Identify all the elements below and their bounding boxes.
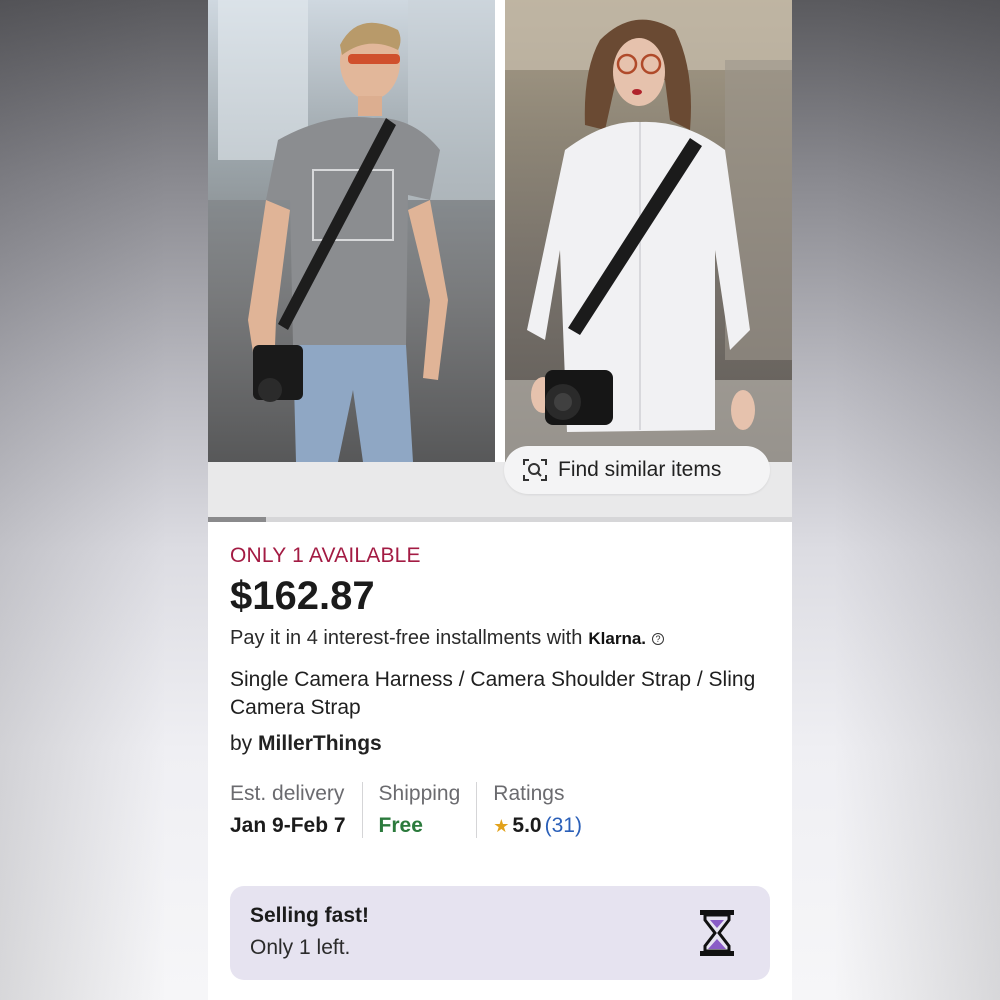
selling-fast-title: Selling fast! xyxy=(250,904,370,927)
star-icon: ★ xyxy=(493,815,510,836)
seller-prefix: by xyxy=(230,732,253,755)
ratings-info[interactable]: Ratings ★ 5.0 (31) xyxy=(493,782,598,838)
seller-row[interactable]: by MillerThings xyxy=(230,732,778,756)
listing-meta: Est. delivery Jan 9-Feb 7 Shipping Free … xyxy=(230,782,778,838)
availability-label: ONLY 1 AVAILABLE xyxy=(230,544,421,567)
listing-title: Single Camera Harness / Camera Shoulder … xyxy=(230,668,756,719)
installments-text: Pay it in 4 interest-free installments w… xyxy=(230,627,583,649)
product-photo-woman[interactable] xyxy=(505,0,792,462)
installments-row[interactable]: Pay it in 4 interest-free installments w… xyxy=(230,627,778,650)
selling-fast-banner: Selling fast! Only 1 left. xyxy=(230,886,770,980)
delivery-info: Est. delivery Jan 9-Feb 7 xyxy=(230,782,363,838)
klarna-logo: Klarna. xyxy=(588,628,647,648)
product-photo-man[interactable] xyxy=(208,0,495,462)
rating-count-link[interactable]: (31) xyxy=(545,814,582,838)
delivery-label: Est. delivery xyxy=(230,782,345,805)
price: $162.87 xyxy=(230,574,375,618)
ratings-label: Ratings xyxy=(493,782,565,805)
seller-name-link[interactable]: MillerThings xyxy=(258,732,382,755)
rating-value-row[interactable]: ★ 5.0 (31) xyxy=(493,814,582,838)
delivery-value: Jan 9-Feb 7 xyxy=(230,814,346,837)
visual-search-icon xyxy=(523,459,547,481)
shipping-info: Shipping Free xyxy=(379,782,478,838)
find-similar-button[interactable]: Find similar items xyxy=(504,446,770,494)
shipping-value: Free xyxy=(378,814,423,837)
gallery-progress-track xyxy=(208,517,792,522)
listing-info: ONLY 1 AVAILABLE $162.87 Pay it in 4 int… xyxy=(230,540,778,838)
shipping-label: Shipping xyxy=(378,782,461,805)
image-gallery[interactable]: Find similar items xyxy=(208,0,792,522)
selling-fast-subtitle: Only 1 left. xyxy=(250,936,351,959)
help-icon[interactable]: ? xyxy=(652,632,665,645)
find-similar-label: Find similar items xyxy=(558,458,722,481)
hourglass-icon xyxy=(700,910,734,956)
gallery-progress-fill xyxy=(208,517,267,522)
background-left-blur xyxy=(0,0,208,1000)
rating-value: 5.0 xyxy=(512,814,542,837)
background-right-blur xyxy=(792,0,1000,1000)
gallery-divider xyxy=(495,0,505,462)
listing-screen: Find similar items ONLY 1 AVAILABLE $162… xyxy=(208,0,792,1000)
